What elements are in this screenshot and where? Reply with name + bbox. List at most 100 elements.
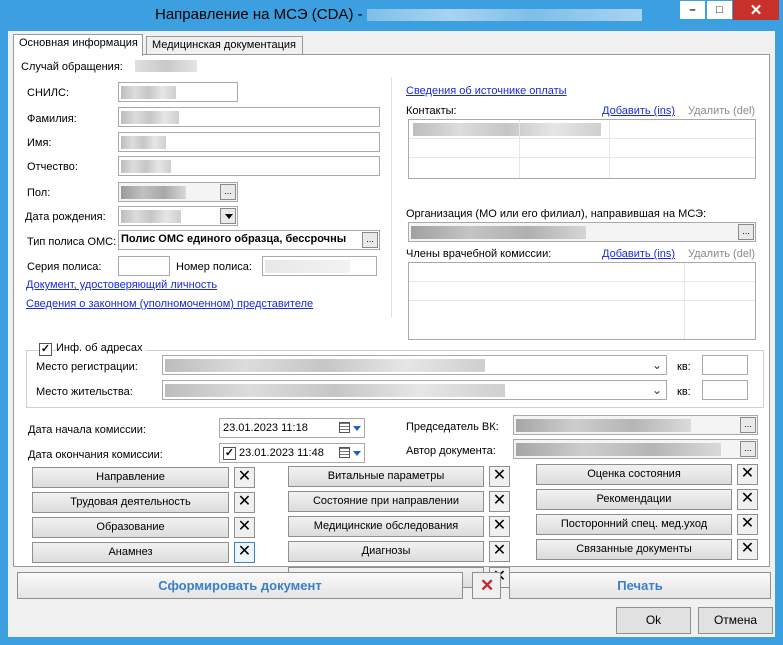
section-direction-remove-button[interactable]: ✕ <box>234 467 255 488</box>
birthdate-label: Дата рождения: <box>25 211 106 223</box>
cancel-button[interactable]: Отмена <box>698 607 773 634</box>
commission-members-label: Члены врачебной комиссии: <box>406 248 552 260</box>
close-icon: ✕ <box>749 2 763 19</box>
policy-series-input[interactable] <box>118 256 170 276</box>
section-direction-button[interactable]: Направление <box>32 467 229 488</box>
payment-source-link[interactable]: Сведения об источнике оплаты <box>406 85 567 97</box>
section-assessment-button[interactable]: Оценка состояния <box>536 464 732 485</box>
snils-label: СНИЛС: <box>27 87 70 99</box>
section-related-docs-button[interactable]: Связанные документы <box>536 539 732 560</box>
section-anamnesis-remove-button[interactable]: ✕ <box>234 542 255 563</box>
case-label: Случай обращения: <box>21 61 123 73</box>
close-icon: ✕ <box>237 468 252 485</box>
org-picker-button[interactable]: ... <box>738 224 754 240</box>
calendar-icon[interactable] <box>339 447 350 458</box>
chevron-down-icon[interactable]: ⌄ <box>652 383 662 397</box>
snils-input[interactable] <box>118 82 238 102</box>
section-care-button[interactable]: Посторонний спец. мед.уход <box>536 514 732 535</box>
registration-label: Место регистрации: <box>36 361 138 373</box>
dialog-client-area: Основная информация Медицинская документ… <box>8 31 775 637</box>
minimize-button[interactable]: – <box>679 0 706 20</box>
close-icon: ✕ <box>740 465 755 482</box>
main-info-panel: Случай обращения: СНИЛС: Фамилия: Имя: О… <box>13 54 770 588</box>
registration-address-input[interactable]: ⌄ <box>162 355 667 375</box>
ok-button[interactable]: Ok <box>616 607 691 634</box>
chairman-input[interactable]: ... <box>513 415 758 435</box>
birthdate-input[interactable] <box>118 206 238 226</box>
sex-label: Пол: <box>27 187 51 199</box>
section-exams-button[interactable]: Медицинские обследования <box>288 516 484 537</box>
policy-number-label: Номер полиса: <box>176 261 252 273</box>
contacts-grid[interactable] <box>408 119 756 179</box>
surname-input[interactable] <box>118 107 380 127</box>
tab-medical-docs[interactable]: Медицинская документация <box>146 36 303 55</box>
chevron-down-icon[interactable] <box>220 208 236 224</box>
close-icon: ✕ <box>492 492 507 509</box>
chairman-picker-button[interactable]: ... <box>740 417 756 433</box>
policy-type-label: Тип полиса ОМС: <box>27 236 117 248</box>
section-diagnoses-button[interactable]: Диагнозы <box>288 541 484 562</box>
commission-members-grid[interactable] <box>408 262 756 340</box>
tab-main-info[interactable]: Основная информация <box>13 34 143 56</box>
case-value <box>135 60 197 72</box>
commission-end-checkbox[interactable]: ✓ <box>223 447 236 460</box>
policy-type-picker-button[interactable]: ... <box>362 232 378 248</box>
minimize-icon: – <box>689 4 696 16</box>
registration-apt-input[interactable] <box>702 355 748 375</box>
contacts-label: Контакты: <box>406 105 457 117</box>
chevron-down-icon[interactable] <box>353 426 361 431</box>
table-row[interactable] <box>409 120 755 139</box>
section-care-remove-button[interactable]: ✕ <box>737 514 758 535</box>
section-condition-remove-button[interactable]: ✕ <box>489 491 510 512</box>
name-input[interactable] <box>118 132 380 152</box>
maximize-button[interactable]: □ <box>706 0 733 20</box>
table-row[interactable] <box>409 282 755 301</box>
patronymic-input[interactable] <box>118 156 380 176</box>
column-divider <box>391 77 392 317</box>
section-condition-button[interactable]: Состояние при направлении <box>288 491 484 512</box>
section-work-remove-button[interactable]: ✕ <box>234 492 255 513</box>
close-icon: ✕ <box>740 515 755 532</box>
section-anamnesis-button[interactable]: Анамнез <box>32 542 229 563</box>
commission-end-label: Дата окончания комиссии: <box>28 449 163 461</box>
generate-document-button[interactable]: Сформировать документ <box>17 572 463 599</box>
section-diagnoses-remove-button[interactable]: ✕ <box>489 541 510 562</box>
section-exams-remove-button[interactable]: ✕ <box>489 516 510 537</box>
policy-number-input[interactable] <box>262 256 377 276</box>
sex-input[interactable]: ... <box>118 182 238 202</box>
section-education-button[interactable]: Образование <box>32 517 229 538</box>
close-icon: ✕ <box>740 490 755 507</box>
section-recommendations-remove-button[interactable]: ✕ <box>737 489 758 510</box>
calendar-icon[interactable] <box>339 422 350 433</box>
table-row[interactable] <box>409 263 755 282</box>
section-recommendations-button[interactable]: Рекомендации <box>536 489 732 510</box>
org-input[interactable]: ... <box>408 222 756 242</box>
address-info-checkbox[interactable]: ✓ <box>39 343 52 356</box>
sex-picker-button[interactable]: ... <box>220 184 236 200</box>
author-input[interactable]: ... <box>513 439 758 459</box>
members-add-link[interactable]: Добавить (ins) <box>602 248 675 260</box>
residence-apt-label: кв: <box>677 386 691 398</box>
representative-link[interactable]: Сведения о законном (уполномоченном) пре… <box>26 298 313 310</box>
print-button[interactable]: Печать <box>509 572 771 599</box>
delete-document-button[interactable]: ✕ <box>472 572 501 599</box>
commission-end-input[interactable]: ✓ 23.01.2023 11:48 <box>219 443 365 463</box>
section-vitals-remove-button[interactable]: ✕ <box>489 466 510 487</box>
contacts-add-link[interactable]: Добавить (ins) <box>602 105 675 117</box>
section-education-remove-button[interactable]: ✕ <box>234 517 255 538</box>
author-label: Автор документа: <box>406 445 496 457</box>
residence-address-input[interactable]: ⌄ <box>162 380 667 400</box>
residence-apt-input[interactable] <box>702 380 748 400</box>
section-assessment-remove-button[interactable]: ✕ <box>737 464 758 485</box>
author-picker-button[interactable]: ... <box>740 441 756 457</box>
chevron-down-icon[interactable] <box>353 451 361 456</box>
commission-start-input[interactable]: 23.01.2023 11:18 <box>219 418 365 438</box>
section-work-button[interactable]: Трудовая деятельность <box>32 492 229 513</box>
chevron-down-icon[interactable]: ⌄ <box>652 358 662 372</box>
id-document-link[interactable]: Документ, удостоверяющий личность <box>26 279 217 291</box>
policy-type-input[interactable]: Полис ОМС единого образца, бессрочны... <box>118 230 380 250</box>
close-window-button[interactable]: ✕ <box>733 0 779 20</box>
section-vitals-button[interactable]: Витальные параметры <box>288 466 484 487</box>
section-related-docs-remove-button[interactable]: ✕ <box>737 539 758 560</box>
table-row[interactable] <box>409 139 755 158</box>
